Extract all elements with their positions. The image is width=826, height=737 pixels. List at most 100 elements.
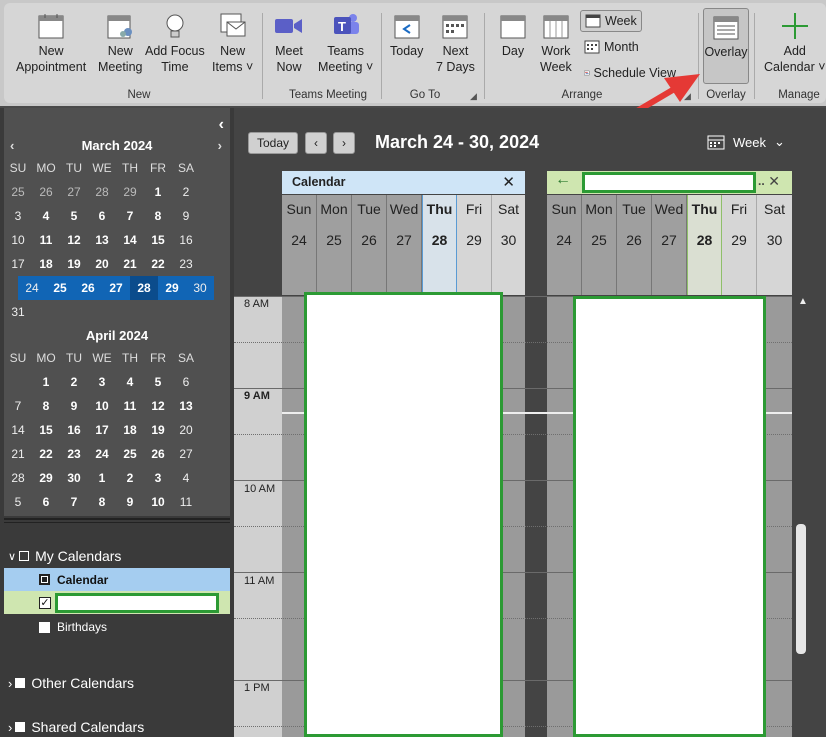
day-header-thu-today[interactable]: Thu 28 <box>422 195 457 295</box>
day-header-wed[interactable]: Wed 27 <box>652 195 687 295</box>
date-cell[interactable]: 13 <box>172 394 200 418</box>
date-cell[interactable]: 24 <box>18 276 46 300</box>
date-cell[interactable]: 17 <box>88 418 116 442</box>
date-cell[interactable]: 21 <box>4 442 32 466</box>
previous-week-button[interactable]: ‹ <box>305 132 327 154</box>
date-cell[interactable]: 5 <box>4 490 32 514</box>
birthdays-checkbox[interactable] <box>39 621 50 633</box>
close-icon[interactable]: ✕ <box>768 173 780 190</box>
date-cell[interactable]: 14 <box>4 418 32 442</box>
date-cell[interactable]: 27 <box>60 180 88 204</box>
date-cell[interactable]: 29 <box>158 276 186 300</box>
date-cell[interactable]: 8 <box>144 204 172 228</box>
date-cell[interactable]: 6 <box>32 490 60 514</box>
date-cell[interactable]: 9 <box>116 490 144 514</box>
date-cell[interactable]: 5 <box>144 370 172 394</box>
date-cell[interactable]: 11 <box>116 394 144 418</box>
date-cell[interactable]: 19 <box>144 418 172 442</box>
date-cell[interactable]: 3 <box>88 370 116 394</box>
scrollbar[interactable]: ▲ <box>792 296 826 737</box>
date-cell[interactable]: 18 <box>116 418 144 442</box>
calendar-tab[interactable]: Calendar ✕ <box>282 171 525 194</box>
date-cell[interactable]: 6 <box>172 370 200 394</box>
calendar-checkbox[interactable] <box>39 574 50 585</box>
date-cell[interactable]: 25 <box>46 276 74 300</box>
date-cell[interactable]: 28 <box>4 466 32 490</box>
other-calendars-group[interactable]: › Other Calendars <box>8 673 234 693</box>
date-cell[interactable]: 10 <box>4 228 32 252</box>
day-header-mon[interactable]: Mon 25 <box>317 195 352 295</box>
date-cell[interactable]: 23 <box>172 252 200 276</box>
day-header-wed[interactable]: Wed 27 <box>387 195 422 295</box>
day-header-fri[interactable]: Fri 29 <box>722 195 757 295</box>
date-cell[interactable]: 15 <box>32 418 60 442</box>
birthdays-item[interactable]: Birthdays <box>4 617 230 637</box>
calendar-item[interactable]: Calendar <box>4 568 230 591</box>
date-cell[interactable]: 30 <box>60 466 88 490</box>
date-cell[interactable]: 7 <box>4 394 32 418</box>
date-cell[interactable]: 8 <box>88 490 116 514</box>
scrollbar-thumb[interactable] <box>796 524 806 654</box>
group-checkbox[interactable] <box>15 722 26 732</box>
shared-calendars-group[interactable]: › Shared Calendars <box>8 717 234 737</box>
date-cell[interactable]: 20 <box>88 252 116 276</box>
day-header-mon[interactable]: Mon 25 <box>582 195 617 295</box>
date-cell[interactable]: 18 <box>32 252 60 276</box>
date-cell[interactable]: 10 <box>88 394 116 418</box>
date-cell[interactable]: 25 <box>116 442 144 466</box>
date-cell[interactable]: 15 <box>144 228 172 252</box>
date-cell[interactable]: 8 <box>32 394 60 418</box>
day-header-tue[interactable]: Tue 26 <box>352 195 387 295</box>
checkmark-icon[interactable]: ✓ <box>39 596 51 609</box>
date-cell[interactable]: 4 <box>116 370 144 394</box>
day-header-tue[interactable]: Tue 26 <box>617 195 652 295</box>
date-cell[interactable]: 11 <box>32 228 60 252</box>
date-cell[interactable]: 12 <box>144 394 172 418</box>
date-cell[interactable]: 7 <box>60 490 88 514</box>
date-cell[interactable]: 30 <box>186 276 214 300</box>
prev-month-icon[interactable]: ‹ <box>10 136 14 156</box>
date-cell[interactable]: 19 <box>60 252 88 276</box>
day-header-sun[interactable]: Sun 24 <box>547 195 582 295</box>
date-cell[interactable]: 26 <box>144 442 172 466</box>
collapse-pane-icon[interactable]: ‹ <box>219 116 224 134</box>
scroll-up-icon[interactable]: ▲ <box>798 296 808 307</box>
date-cell[interactable]: 9 <box>60 394 88 418</box>
date-cell[interactable]: 7 <box>116 204 144 228</box>
date-cell[interactable]: 31 <box>4 300 32 324</box>
date-cell[interactable]: 2 <box>116 466 144 490</box>
date-cell[interactable]: 22 <box>32 442 60 466</box>
my-calendars-group[interactable]: ∨ My Calendars <box>8 546 234 566</box>
date-cell[interactable]: 5 <box>60 204 88 228</box>
date-cell[interactable]: 27 <box>102 276 130 300</box>
date-cell[interactable]: 21 <box>116 252 144 276</box>
day-header-thu-today[interactable]: Thu 28 <box>687 195 722 295</box>
day-header-fri[interactable]: Fri 29 <box>457 195 492 295</box>
today-date-cell[interactable]: 28 <box>130 276 158 300</box>
date-cell[interactable]: 26 <box>32 180 60 204</box>
date-cell[interactable]: 4 <box>172 466 200 490</box>
overlay-calendar-tab[interactable]: ← .. ✕ <box>547 171 792 194</box>
date-cell[interactable]: 14 <box>116 228 144 252</box>
close-icon[interactable]: ✕ <box>502 173 515 191</box>
day-header-sat[interactable]: Sat 30 <box>492 195 525 295</box>
arrow-left-icon[interactable]: ← <box>555 171 571 189</box>
date-cell[interactable]: 2 <box>60 370 88 394</box>
date-cell[interactable]: 29 <box>116 180 144 204</box>
group-checkbox[interactable] <box>19 551 30 561</box>
date-cell[interactable]: 24 <box>88 442 116 466</box>
date-cell[interactable]: 10 <box>144 490 172 514</box>
shared-calendar-item[interactable]: ✓ <box>4 591 230 614</box>
today-button[interactable]: Today <box>248 132 298 154</box>
group-checkbox[interactable] <box>15 678 26 688</box>
date-cell[interactable]: 3 <box>144 466 172 490</box>
date-cell[interactable]: 20 <box>172 418 200 442</box>
date-cell[interactable]: 29 <box>32 466 60 490</box>
date-cell[interactable] <box>4 370 32 394</box>
date-cell[interactable]: 28 <box>88 180 116 204</box>
next-month-icon[interactable]: › <box>218 136 222 156</box>
day-header-sun[interactable]: Sun 24 <box>282 195 317 295</box>
date-cell[interactable]: 4 <box>32 204 60 228</box>
date-cell[interactable]: 17 <box>4 252 32 276</box>
date-cell[interactable]: 11 <box>172 490 200 514</box>
